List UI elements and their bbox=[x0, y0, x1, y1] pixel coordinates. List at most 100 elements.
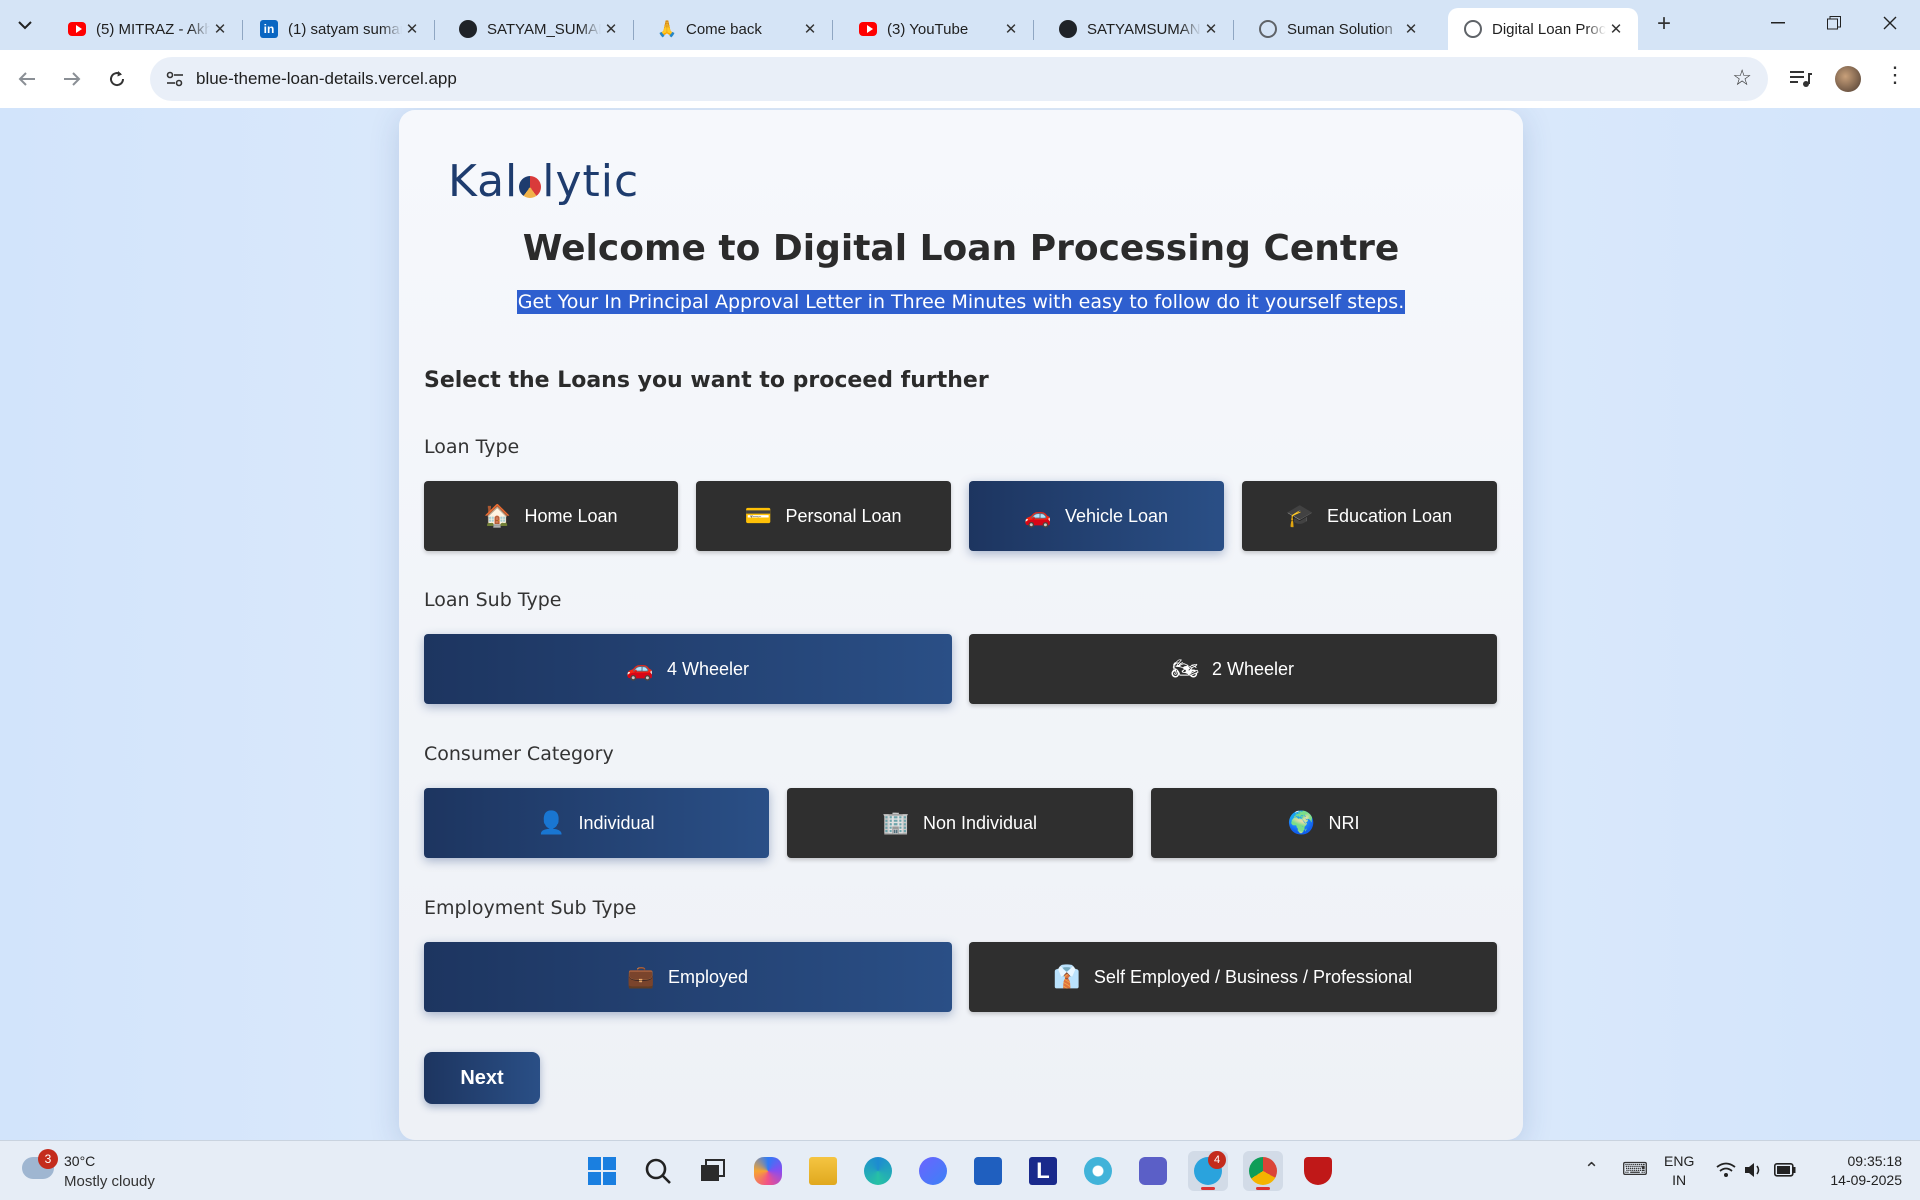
forward-button[interactable] bbox=[55, 62, 89, 96]
chevron-up-icon[interactable]: ⌃ bbox=[1584, 1159, 1599, 1180]
businessman-icon: 👔 bbox=[1053, 964, 1081, 989]
tab-strip: (5) MITRAZ - Akh ✕ in (1) satyam suman ✕… bbox=[0, 0, 1920, 50]
notification-badge: 4 bbox=[1208, 1151, 1226, 1169]
individual-button[interactable]: 👤 Individual bbox=[424, 788, 769, 858]
credit-card-icon: 💳 bbox=[744, 503, 773, 528]
tab-title: SATYAM_SUMAN bbox=[487, 20, 601, 38]
youtube-icon bbox=[859, 20, 877, 38]
close-icon[interactable]: ✕ bbox=[1401, 19, 1421, 39]
globe-icon: 🌍 bbox=[1287, 810, 1316, 835]
loan-form-card: Kal lytic Welcome to Digital Loan Process… bbox=[399, 110, 1523, 1140]
language-indicator[interactable]: ENG IN bbox=[1664, 1152, 1694, 1190]
reload-icon bbox=[110, 71, 125, 87]
close-icon[interactable]: ✕ bbox=[800, 19, 820, 39]
option-label: Education Loan bbox=[1326, 505, 1453, 526]
nri-button[interactable]: 🌍 NRI bbox=[1151, 788, 1497, 858]
site-info-icon[interactable] bbox=[164, 68, 186, 90]
battery-icon[interactable] bbox=[1774, 1163, 1796, 1177]
tab-title: Suman Solution bbox=[1287, 20, 1393, 38]
arrow-left-icon bbox=[18, 72, 35, 86]
arrow-right-icon bbox=[64, 72, 81, 86]
menu-dots-icon[interactable]: ⋮ bbox=[1880, 62, 1910, 88]
option-label: Personal Loan bbox=[785, 505, 902, 526]
education-loan-button[interactable]: 🎓 Education Loan bbox=[1242, 481, 1497, 551]
close-icon[interactable]: ✕ bbox=[1001, 19, 1021, 39]
file-explorer-icon[interactable] bbox=[803, 1151, 843, 1191]
tab-title: (5) MITRAZ - Akh bbox=[96, 20, 210, 38]
back-button[interactable] bbox=[10, 62, 44, 96]
browser-tab[interactable]: (3) YouTube ✕ bbox=[843, 8, 1034, 50]
browser-tab[interactable]: SATYAMSUMAN ✕ bbox=[1043, 8, 1234, 50]
mcafee-icon[interactable] bbox=[1298, 1151, 1338, 1191]
minimize-button[interactable] bbox=[1750, 0, 1806, 46]
tab-search-button[interactable] bbox=[8, 9, 42, 41]
home-loan-button[interactable]: 🏠 Home Loan bbox=[424, 481, 678, 551]
edge-icon[interactable] bbox=[858, 1151, 898, 1191]
browser-tab[interactable]: (5) MITRAZ - Akh ✕ bbox=[52, 8, 243, 50]
car-icon: 🚗 bbox=[1024, 503, 1052, 528]
next-button[interactable]: Next bbox=[424, 1052, 540, 1104]
telegram-icon[interactable]: 4 bbox=[1188, 1151, 1228, 1191]
l-app-icon[interactable]: L bbox=[1023, 1151, 1063, 1191]
chrome-icon[interactable] bbox=[1243, 1151, 1283, 1191]
four-wheeler-button[interactable]: 🚗 4 Wheeler bbox=[424, 634, 952, 704]
globe-icon bbox=[1464, 20, 1482, 38]
media-controls-icon[interactable] bbox=[1786, 65, 1814, 93]
close-icon[interactable]: ✕ bbox=[402, 19, 422, 39]
address-bar[interactable]: blue-theme-loan-details.vercel.app ☆ bbox=[150, 57, 1768, 101]
tab-title: (3) YouTube bbox=[887, 20, 969, 38]
option-label: NRI bbox=[1328, 812, 1360, 833]
section-heading: Select the Loans you want to proceed fur… bbox=[424, 368, 989, 393]
logo-swirl-icon bbox=[519, 176, 542, 198]
option-label: Self Employed / Business / Professional bbox=[1093, 966, 1413, 987]
close-window-button[interactable] bbox=[1862, 0, 1918, 46]
pray-hands-icon: 🙏 bbox=[657, 21, 677, 38]
task-view-icon[interactable] bbox=[692, 1151, 732, 1191]
weather-widget[interactable]: 3 30°C Mostly cloudy bbox=[20, 1149, 220, 1193]
close-icon[interactable]: ✕ bbox=[601, 19, 621, 39]
tab-title: SATYAMSUMAN bbox=[1087, 20, 1201, 38]
option-label: Vehicle Loan bbox=[1064, 505, 1169, 526]
vehicle-loan-button[interactable]: 🚗 Vehicle Loan bbox=[969, 481, 1224, 551]
close-icon[interactable]: ✕ bbox=[1201, 19, 1221, 39]
page-viewport: Kal lytic Welcome to Digital Loan Process… bbox=[0, 108, 1920, 1140]
copilot-icon[interactable] bbox=[748, 1151, 788, 1191]
self-employed-button[interactable]: 👔 Self Employed / Business / Professiona… bbox=[969, 942, 1497, 1012]
loan-type-label: Loan Type bbox=[424, 436, 520, 458]
employed-button[interactable]: 💼 Employed bbox=[424, 942, 952, 1012]
chevron-down-icon bbox=[18, 21, 32, 30]
dev-home-icon[interactable] bbox=[913, 1151, 953, 1191]
close-icon bbox=[1883, 16, 1897, 30]
close-icon[interactable]: ✕ bbox=[1606, 19, 1626, 39]
reload-button[interactable] bbox=[100, 62, 134, 96]
github-icon bbox=[459, 20, 477, 38]
bookmark-star-icon[interactable]: ☆ bbox=[1732, 65, 1752, 91]
non-individual-button[interactable]: 🏢 Non Individual bbox=[787, 788, 1133, 858]
app-icon[interactable] bbox=[1078, 1151, 1118, 1191]
url-text[interactable]: blue-theme-loan-details.vercel.app bbox=[196, 69, 457, 89]
close-icon[interactable]: ✕ bbox=[210, 19, 230, 39]
browser-tab[interactable]: Suman Solution ✕ bbox=[1243, 8, 1433, 50]
personal-loan-button[interactable]: 💳 Personal Loan bbox=[696, 481, 951, 551]
profile-avatar[interactable] bbox=[1835, 66, 1861, 92]
clock[interactable]: 09:35:18 14-09-2025 bbox=[1810, 1152, 1902, 1190]
wifi-icon[interactable] bbox=[1716, 1162, 1736, 1178]
two-wheeler-button[interactable]: 🏍 2 Wheeler bbox=[969, 634, 1497, 704]
browser-tab[interactable]: SATYAM_SUMAN ✕ bbox=[443, 8, 634, 50]
browser-toolbar: blue-theme-loan-details.vercel.app ☆ ⋮ bbox=[0, 50, 1920, 108]
store-icon[interactable] bbox=[968, 1151, 1008, 1191]
option-label: 2 Wheeler bbox=[1211, 658, 1295, 679]
windows-start-icon[interactable] bbox=[582, 1151, 622, 1191]
volume-icon[interactable] bbox=[1744, 1162, 1764, 1178]
search-icon[interactable] bbox=[638, 1151, 678, 1191]
page-subtitle: Get Your In Principal Approval Letter in… bbox=[516, 290, 1406, 314]
teams-icon[interactable] bbox=[1133, 1151, 1173, 1191]
new-tab-button[interactable]: + bbox=[1648, 10, 1680, 40]
linkedin-icon: in bbox=[260, 20, 278, 38]
restore-icon bbox=[1827, 16, 1841, 30]
keyboard-icon[interactable]: ⌨ bbox=[1622, 1159, 1648, 1180]
browser-tab[interactable]: 🙏 Come back ✕ bbox=[642, 8, 833, 50]
browser-tab[interactable]: in (1) satyam suman ✕ bbox=[244, 8, 435, 50]
browser-tab-active[interactable]: Digital Loan Proc ✕ bbox=[1448, 8, 1638, 50]
restore-button[interactable] bbox=[1806, 0, 1862, 46]
